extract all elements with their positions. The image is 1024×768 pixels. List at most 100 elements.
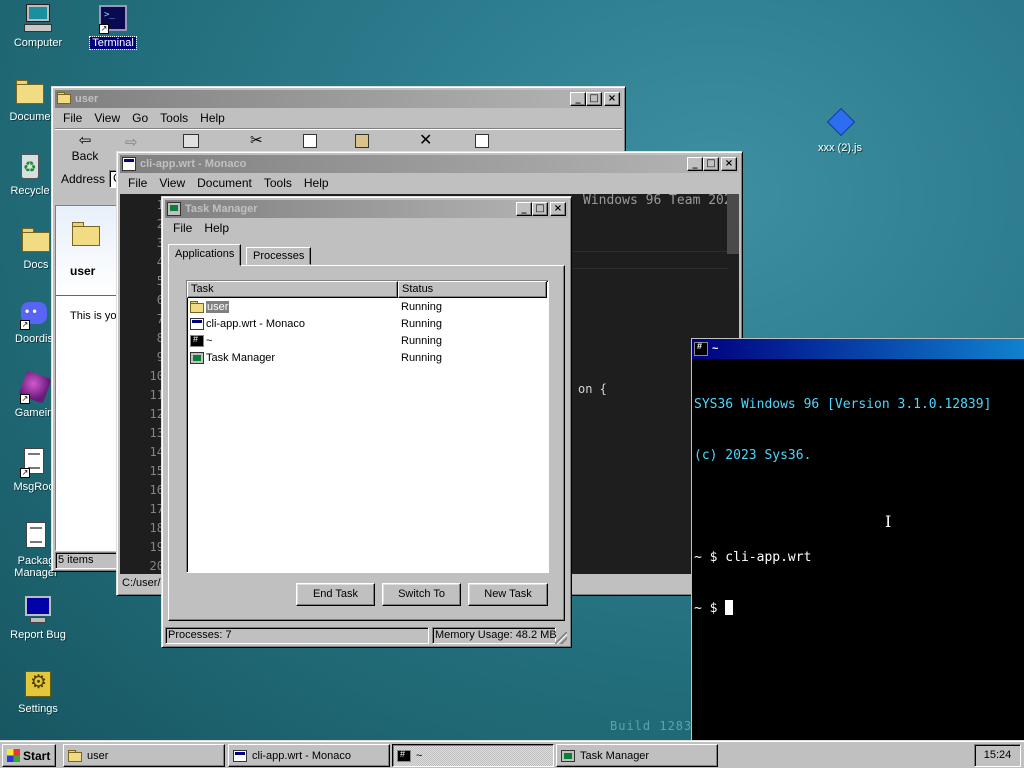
close-button[interactable]: ×: [604, 92, 620, 106]
terminal-cursor: [725, 600, 734, 615]
folder-icon: [68, 749, 82, 762]
tab-applications[interactable]: Applications: [168, 244, 242, 266]
desktop-icon-label: MsgRoo: [13, 481, 55, 493]
folder-icon: [14, 76, 46, 108]
taskbar-item-terminal[interactable]: ~: [392, 744, 554, 767]
up-folder-icon[interactable]: [183, 134, 199, 148]
menu-help[interactable]: Help: [198, 221, 235, 235]
menu-view[interactable]: View: [88, 111, 126, 125]
minimize-button[interactable]: _: [516, 202, 532, 216]
maximize-button[interactable]: □: [532, 202, 548, 216]
report-bug-icon: [22, 594, 54, 626]
cut-icon[interactable]: ✂: [250, 131, 263, 149]
menu-tools[interactable]: Tools: [258, 176, 298, 190]
status-memory: Memory Usage: 48.2 MB: [432, 627, 557, 644]
menu-go[interactable]: Go: [126, 111, 154, 125]
monaco-title-bar[interactable]: cli-app.wrt - Monaco _ □ ×: [120, 155, 739, 173]
terminal-line: (c) 2023 Sys36.: [694, 448, 812, 463]
table-row[interactable]: cli-app.wrt - Monaco Running: [187, 315, 548, 332]
forward-arrow-icon[interactable]: ⇨: [125, 133, 138, 151]
copy-icon[interactable]: [303, 134, 317, 148]
folder-icon: [190, 300, 204, 313]
editor-scrollbar[interactable]: [727, 194, 739, 254]
back-arrow-icon: ⇦: [78, 132, 92, 149]
task-manager-title-bar[interactable]: Task Manager _ □ ×: [165, 200, 568, 218]
menu-file[interactable]: File: [122, 176, 153, 190]
close-button[interactable]: ×: [721, 157, 737, 171]
resize-grip[interactable]: [555, 632, 567, 644]
line-number: 6: [120, 291, 164, 310]
menu-help[interactable]: Help: [194, 111, 231, 125]
text-cursor-icon: I: [885, 512, 892, 531]
column-header-task[interactable]: Task: [187, 281, 398, 298]
settings-icon: [22, 668, 54, 700]
desktop-icon-terminal[interactable]: ↗ Terminal: [73, 2, 153, 50]
menu-tools[interactable]: Tools: [154, 111, 194, 125]
back-button[interactable]: ⇦ Back: [65, 132, 105, 164]
column-header-status[interactable]: Status: [398, 281, 547, 298]
desktop-icon-js-file[interactable]: xxx (2).js: [800, 107, 880, 154]
task-list-header: Task Status: [187, 281, 548, 298]
task-status: Running: [401, 317, 442, 330]
taskbar-item-label: user: [87, 749, 109, 762]
status-processes: Processes: 7: [165, 627, 429, 644]
monaco-menu-bar: File View Document Tools Help: [120, 173, 739, 193]
delete-icon[interactable]: ✕: [419, 130, 432, 150]
desktop-icon-settings[interactable]: Settings: [0, 668, 78, 715]
maximize-button[interactable]: □: [703, 157, 719, 171]
desktop-icon-computer[interactable]: Computer: [0, 2, 78, 49]
taskbar-item-user[interactable]: user: [63, 744, 225, 767]
paste-icon[interactable]: [355, 134, 369, 148]
new-task-button[interactable]: New Task: [468, 583, 548, 606]
switch-to-button[interactable]: Switch To: [382, 583, 461, 606]
start-label: Start: [23, 748, 51, 763]
line-number: 4: [120, 253, 164, 272]
desktop-icon-report-bug[interactable]: Report Bug: [0, 594, 78, 641]
desktop-icon-label: Docs: [23, 259, 49, 271]
back-label: Back: [71, 149, 99, 163]
explorer-side-panel: user This is you: [56, 206, 123, 550]
taskbar: Start user cli-app.wrt - Monaco ~ Task M…: [0, 740, 1024, 768]
system-tray-clock[interactable]: 15:24: [974, 744, 1021, 767]
package-manager-icon: [20, 520, 52, 552]
line-number: 15: [149, 464, 164, 478]
folder-icon: [70, 218, 102, 250]
task-cell: cli-app.wrt - Monaco: [187, 317, 398, 330]
properties-icon[interactable]: [475, 134, 489, 148]
menu-document[interactable]: Document: [191, 176, 258, 190]
line-number: 5: [120, 272, 164, 291]
menu-file[interactable]: File: [57, 111, 88, 125]
close-button[interactable]: ×: [550, 202, 566, 216]
table-row[interactable]: Task Manager Running: [187, 349, 548, 366]
maximize-button[interactable]: □: [586, 92, 602, 106]
start-button[interactable]: Start: [2, 744, 56, 767]
computer-icon: [22, 2, 54, 34]
window-title: ~: [712, 343, 719, 355]
menu-view[interactable]: View: [153, 176, 191, 190]
table-row[interactable]: user Running: [187, 298, 548, 315]
task-name: cli-app.wrt - Monaco: [206, 317, 306, 330]
taskbar-item-task-manager[interactable]: Task Manager: [556, 744, 718, 767]
terminal-output[interactable]: SYS36 Windows 96 [Version 3.1.0.12839] (…: [692, 359, 1024, 654]
table-row[interactable]: ~ Running: [187, 332, 548, 349]
minimize-button[interactable]: _: [570, 92, 586, 106]
task-manager-icon: [561, 749, 575, 762]
explorer-title-bar[interactable]: user _ □ ×: [55, 90, 622, 108]
folder-icon: [57, 92, 71, 106]
tab-processes[interactable]: Processes: [246, 247, 312, 265]
code-line: Windows 96 Team 202: [583, 194, 732, 208]
terminal-title-bar[interactable]: ~: [692, 339, 1024, 359]
task-cell: ~: [187, 334, 398, 347]
explorer-menu-bar: File View Go Tools Help: [55, 108, 622, 128]
menu-help[interactable]: Help: [298, 176, 335, 190]
end-task-button[interactable]: End Task: [296, 583, 375, 606]
line-number: 2: [120, 215, 164, 234]
taskbar-item-monaco[interactable]: cli-app.wrt - Monaco: [228, 744, 390, 767]
task-status: Running: [401, 334, 442, 347]
task-manager-window: Task Manager _ □ × File Help Application…: [161, 196, 572, 648]
menu-file[interactable]: File: [167, 221, 198, 235]
task-cell: user: [187, 300, 398, 313]
task-manager-menu-bar: File Help: [165, 218, 568, 238]
minimize-button[interactable]: _: [687, 157, 703, 171]
game-icon: ↗: [18, 370, 52, 404]
